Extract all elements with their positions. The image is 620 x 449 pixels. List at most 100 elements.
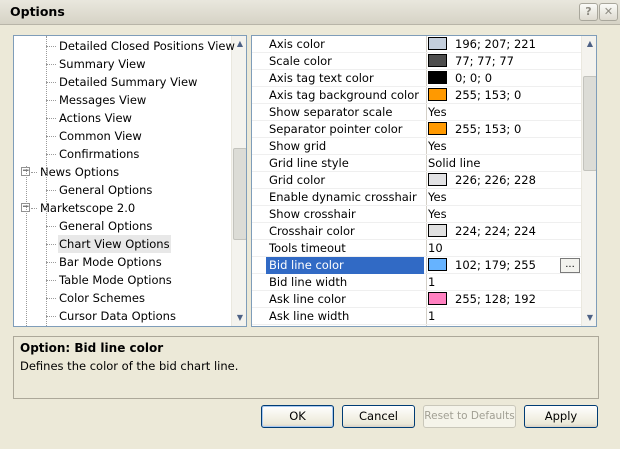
property-row[interactable]: Crosshair color 224; 224; 224 <box>252 223 581 240</box>
color-swatch <box>428 258 447 271</box>
tree-connector <box>46 262 56 263</box>
tree-item[interactable]: Cursor Data Options <box>58 307 177 325</box>
property-row[interactable]: Separator pointer color 255; 153; 0 <box>252 121 581 138</box>
scroll-down-icon[interactable]: ▼ <box>232 310 246 326</box>
scroll-thumb[interactable] <box>233 148 246 240</box>
color-swatch <box>428 292 447 305</box>
property-value-text: 1 <box>428 309 436 323</box>
property-name: Ask line width <box>269 309 350 323</box>
apply-button[interactable]: Apply <box>524 405 598 428</box>
tree-item[interactable]: General Options <box>58 217 153 235</box>
property-value[interactable]: 10 <box>428 240 443 257</box>
tree-item[interactable]: Common View <box>58 127 143 145</box>
property-row[interactable]: Show grid Yes <box>252 138 581 155</box>
property-value[interactable]: 255; 128; 192 <box>428 291 536 308</box>
tree-connector <box>46 244 56 245</box>
property-value[interactable]: 1 <box>428 274 435 291</box>
property-name: Bid line color <box>266 257 424 274</box>
property-value[interactable]: 77; 77; 77 <box>428 53 514 70</box>
color-swatch <box>428 122 447 135</box>
property-row[interactable]: Ask line color 255; 128; 192 <box>252 291 581 308</box>
tree-item[interactable]: Confirmations <box>58 145 140 163</box>
tree-item[interactable]: Bar Mode Options <box>58 253 163 271</box>
tree-item[interactable]: General Options <box>58 181 153 199</box>
property-row[interactable]: Show crosshair Yes <box>252 206 581 223</box>
tree-item[interactable]: Table Mode Options <box>58 271 173 289</box>
property-value-text: 196; 207; 221 <box>455 37 536 51</box>
description-text: Defines the color of the bid chart line. <box>20 359 239 373</box>
property-value[interactable]: Yes <box>428 138 447 155</box>
tree-item[interactable]: News Options <box>39 163 120 181</box>
property-row[interactable]: Grid line style Solid line <box>252 155 581 172</box>
property-value[interactable]: 255; 153; 0 <box>428 121 521 138</box>
property-row[interactable]: Tools timeout 10 <box>252 240 581 257</box>
property-value[interactable]: 224; 224; 224 <box>428 223 536 240</box>
property-row[interactable]: Ask line width 1 <box>252 308 581 325</box>
tree-item[interactable]: Chart View Options <box>58 235 171 253</box>
property-row[interactable]: Scale color 77; 77; 77 <box>252 53 581 70</box>
scroll-thumb[interactable] <box>583 76 596 171</box>
tree-connector <box>46 64 56 65</box>
close-button[interactable]: ✕ <box>599 3 618 21</box>
property-value[interactable]: 102; 179; 255 <box>428 257 536 274</box>
color-picker-button[interactable]: ... <box>560 258 580 273</box>
property-name: Bid line width <box>269 275 348 289</box>
property-value[interactable]: 255; 153; 0 <box>428 87 521 104</box>
property-grid[interactable]: ▲ ▼ Axis color 196; 207; 221 Scale color 77… <box>251 35 597 327</box>
property-value[interactable]: Solid line <box>428 155 480 172</box>
tree-connector <box>46 190 56 191</box>
property-row[interactable]: Show separator scale Yes <box>252 104 581 121</box>
help-button[interactable]: ? <box>579 3 598 21</box>
tree-item[interactable]: Detailed Closed Positions View <box>58 37 236 55</box>
tree-item[interactable]: Messages View <box>58 91 147 109</box>
tree-item[interactable]: Summary View <box>58 55 147 73</box>
property-value-text: 102; 179; 255 <box>455 258 536 272</box>
reset-to-defaults-button: Reset to Defaults <box>423 405 516 428</box>
property-row[interactable]: Axis tag text color 0; 0; 0 <box>252 70 581 87</box>
property-value[interactable]: Yes <box>428 206 447 223</box>
ok-button[interactable]: OK <box>261 405 334 428</box>
property-row[interactable]: Enable dynamic crosshair Yes <box>252 189 581 206</box>
property-value[interactable]: 0; 0; 0 <box>428 70 492 87</box>
property-value-text: Yes <box>428 207 447 221</box>
tree-connector <box>46 298 56 299</box>
tree-connector <box>46 46 56 47</box>
property-value[interactable]: 196; 207; 221 <box>428 36 536 53</box>
property-row[interactable]: Axis color 196; 207; 221 <box>252 36 581 53</box>
color-swatch <box>428 224 447 237</box>
property-value[interactable]: Yes <box>428 189 447 206</box>
property-value[interactable]: 226; 226; 228 <box>428 172 536 189</box>
tree-item[interactable]: Actions View <box>58 109 133 127</box>
window-title: Options <box>10 4 65 19</box>
property-value[interactable]: 1 <box>428 308 435 325</box>
scroll-down-icon[interactable]: ▼ <box>582 310 596 326</box>
property-row[interactable]: Bid line width 1 <box>252 274 581 291</box>
property-value-text: Solid line <box>428 156 481 170</box>
color-swatch <box>428 88 447 101</box>
property-value-text: 226; 226; 228 <box>455 173 536 187</box>
tree-item[interactable]: Marketscope 2.0 <box>39 199 136 217</box>
description-title: Option: Bid line color <box>20 341 164 355</box>
tree-item[interactable]: Color Schemes <box>58 289 146 307</box>
grid-scrollbar[interactable]: ▲ ▼ <box>581 36 596 326</box>
tree-connector <box>46 36 47 326</box>
tree-connector <box>31 208 37 209</box>
property-value[interactable]: Yes <box>428 104 447 121</box>
property-row[interactable]: Bid line color 102; 179; 255... <box>252 257 581 274</box>
property-name: Grid color <box>269 173 326 187</box>
property-value-text: 255; 153; 0 <box>455 122 522 136</box>
options-tree[interactable]: ▲ ▼ Detailed Closed Positions View Summar… <box>13 35 247 327</box>
property-row[interactable]: Axis tag background color 255; 153; 0 <box>252 87 581 104</box>
scroll-up-icon[interactable]: ▲ <box>582 36 596 52</box>
tree-connector <box>46 136 56 137</box>
property-value-text: 10 <box>428 241 443 255</box>
tree-scrollbar[interactable]: ▲ ▼ <box>231 36 246 326</box>
property-value-text: 0; 0; 0 <box>455 71 493 85</box>
property-name: Show crosshair <box>269 207 356 221</box>
property-row[interactable]: Grid color 226; 226; 228 <box>252 172 581 189</box>
property-name: Show separator scale <box>269 105 393 119</box>
tree-connector <box>46 82 56 83</box>
tree-item[interactable]: Detailed Summary View <box>58 73 198 91</box>
property-name: Tools timeout <box>269 241 346 255</box>
cancel-button[interactable]: Cancel <box>342 405 415 428</box>
